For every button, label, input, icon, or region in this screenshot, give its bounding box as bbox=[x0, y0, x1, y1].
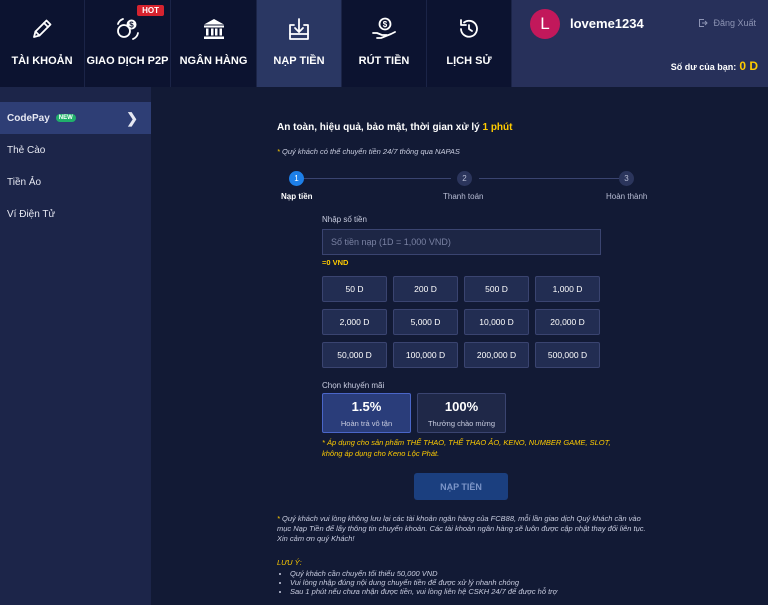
amount-option-button[interactable]: 500 D bbox=[464, 276, 529, 302]
nav-item-lich-su[interactable]: LỊCH SỬ bbox=[427, 0, 512, 87]
nav-item-ngan-hang[interactable]: NGÂN HÀNG bbox=[171, 0, 257, 87]
amount-label: Nhập số tiền bbox=[322, 215, 367, 224]
avatar[interactable]: L bbox=[530, 9, 560, 39]
list-item: Quý khách cần chuyển tối thiểu 50,000 VN… bbox=[290, 569, 650, 578]
step-label: Thanh toán bbox=[443, 192, 484, 201]
amount-grid: 50 D 200 D 500 D 1,000 D 2,000 D 5,000 D… bbox=[322, 276, 600, 368]
submit-deposit-button[interactable]: NẠP TIỀN bbox=[414, 473, 508, 500]
step-connector bbox=[479, 178, 625, 179]
logout-button[interactable]: Đăng Xuất bbox=[698, 18, 756, 28]
username: loveme1234 bbox=[570, 16, 644, 31]
promo-desc: Hoàn trả vô tận bbox=[340, 418, 393, 428]
new-badge: NEW bbox=[55, 114, 76, 122]
progress-steps: 1 2 3 Nạp tiền Thanh toán Hoàn thành bbox=[277, 171, 651, 211]
hot-badge: HOT bbox=[137, 5, 164, 16]
nav-label: NẠP TIỀN bbox=[273, 55, 325, 67]
bank-icon bbox=[203, 19, 224, 39]
balance-value: 0 D bbox=[739, 59, 758, 73]
amount-converted: =0 VND bbox=[322, 258, 349, 267]
sidebar-item-tien-ao[interactable]: Tiền Ảo bbox=[0, 166, 151, 198]
sidebar-item-the-cao[interactable]: Thẻ Cào bbox=[0, 134, 151, 166]
amount-option-button[interactable]: 50 D bbox=[322, 276, 387, 302]
nav-item-nap-tien[interactable]: NẠP TIỀN bbox=[257, 0, 342, 87]
amount-option-button[interactable]: 1,000 D bbox=[535, 276, 600, 302]
promo-note: * Áp dụng cho sản phẩm THỂ THAO, THỂ THA… bbox=[322, 438, 611, 458]
tagline-highlight: 1 phút bbox=[482, 122, 513, 133]
history-icon bbox=[460, 19, 478, 38]
top-nav: TÀI KHOẢN HOT $ GIAO DỊCH P2P NGÂN HÀNG … bbox=[0, 0, 768, 87]
sidebar-item-label: Thẻ Cào bbox=[7, 144, 46, 156]
balance-label: Số dư của bạn: bbox=[670, 62, 737, 72]
tagline-text: An toàn, hiệu quả, bảo mật, thời gian xử… bbox=[277, 122, 480, 133]
chevron-right-icon: ❯ bbox=[126, 110, 138, 126]
amount-option-button[interactable]: 500,000 D bbox=[535, 342, 600, 368]
step-label: Nạp tiền bbox=[281, 192, 313, 201]
amount-option-button[interactable]: 100,000 D bbox=[393, 342, 458, 368]
amount-input[interactable] bbox=[322, 229, 601, 255]
notes-list: Quý khách cần chuyển tối thiểu 50,000 VN… bbox=[290, 569, 650, 596]
sidebar-item-vi-dien-tu[interactable]: Ví Điện Tử bbox=[0, 198, 151, 230]
promo-option-cashback[interactable]: 1.5% Hoàn trả vô tận bbox=[322, 393, 411, 433]
step-circle: 3 bbox=[619, 171, 634, 186]
main-content: An toàn, hiệu quả, bảo mật, thời gian xử… bbox=[151, 87, 768, 605]
nav-item-giao-dich-p2p[interactable]: HOT $ GIAO DỊCH P2P bbox=[85, 0, 171, 87]
sidebar-item-codepay[interactable]: CodePay NEW ❯ bbox=[0, 102, 151, 134]
svg-text:$: $ bbox=[383, 20, 388, 29]
info-star: * bbox=[277, 514, 280, 523]
step-circle: 1 bbox=[289, 171, 304, 186]
balance: Số dư của bạn: 0 D bbox=[671, 59, 758, 73]
user-panel: L loveme1234 Đăng Xuất Số dư của bạn: 0 D bbox=[512, 0, 768, 87]
svg-text:$: $ bbox=[129, 21, 134, 30]
sidebar: CodePay NEW ❯ Thẻ Cào Tiền Ảo Ví Điện Tử bbox=[0, 87, 151, 605]
step-label: Hoàn thành bbox=[606, 192, 648, 201]
list-item: Sau 1 phút nếu chưa nhận được tiền, vui … bbox=[290, 587, 650, 596]
info-text: Quý khách vui lòng không lưu lại các tài… bbox=[277, 514, 646, 543]
amount-option-button[interactable]: 10,000 D bbox=[464, 309, 529, 335]
sidebar-item-label: Ví Điện Tử bbox=[7, 208, 56, 220]
notes-heading: LƯU Ý: bbox=[277, 558, 302, 567]
pencil-icon bbox=[33, 19, 52, 38]
info-note: * Quý khách vui lòng không lưu lại các t… bbox=[277, 514, 653, 544]
sidebar-item-label: Tiền Ảo bbox=[7, 176, 42, 188]
napas-text: Quý khách có thể chuyển tiền 24/7 thông … bbox=[282, 147, 460, 156]
amount-option-button[interactable]: 2,000 D bbox=[322, 309, 387, 335]
promo-desc: Thưởng chào mừng bbox=[427, 418, 496, 428]
nav-item-rut-tien[interactable]: $ RÚT TIỀN bbox=[342, 0, 427, 87]
nav-label: LỊCH SỬ bbox=[446, 55, 492, 67]
promo-label: Chọn khuyến mãi bbox=[322, 381, 385, 390]
deposit-icon bbox=[289, 18, 309, 40]
logout-label: Đăng Xuất bbox=[713, 18, 756, 28]
nav-label: GIAO DỊCH P2P bbox=[86, 55, 169, 67]
withdraw-icon: $ bbox=[372, 17, 396, 39]
nav-label: RÚT TIỀN bbox=[358, 55, 410, 67]
nav-label: TÀI KHOẢN bbox=[11, 55, 73, 67]
napas-star: * bbox=[277, 147, 280, 156]
promo-percent: 100% bbox=[444, 398, 479, 414]
step-circle: 2 bbox=[457, 171, 472, 186]
sidebar-item-label: CodePay bbox=[7, 112, 50, 124]
amount-option-button[interactable]: 50,000 D bbox=[322, 342, 387, 368]
napas-note: * Quý khách có thể chuyển tiền 24/7 thôn… bbox=[277, 147, 460, 156]
logout-icon bbox=[699, 19, 709, 27]
exchange-coins-icon: $ bbox=[116, 18, 139, 40]
promo-option-welcome[interactable]: 100% Thưởng chào mừng bbox=[417, 393, 506, 433]
step-connector bbox=[299, 178, 451, 179]
amount-option-button[interactable]: 200,000 D bbox=[464, 342, 529, 368]
nav-item-tai-khoan[interactable]: TÀI KHOẢN bbox=[0, 0, 85, 87]
tagline: An toàn, hiệu quả, bảo mật, thời gian xử… bbox=[277, 122, 512, 133]
amount-option-button[interactable]: 20,000 D bbox=[535, 309, 600, 335]
amount-option-button[interactable]: 5,000 D bbox=[393, 309, 458, 335]
list-item: Vui lòng nhập đúng nội dung chuyển tiền … bbox=[290, 578, 650, 587]
nav-label: NGÂN HÀNG bbox=[179, 55, 248, 67]
amount-option-button[interactable]: 200 D bbox=[393, 276, 458, 302]
promo-percent: 1.5% bbox=[351, 398, 382, 414]
